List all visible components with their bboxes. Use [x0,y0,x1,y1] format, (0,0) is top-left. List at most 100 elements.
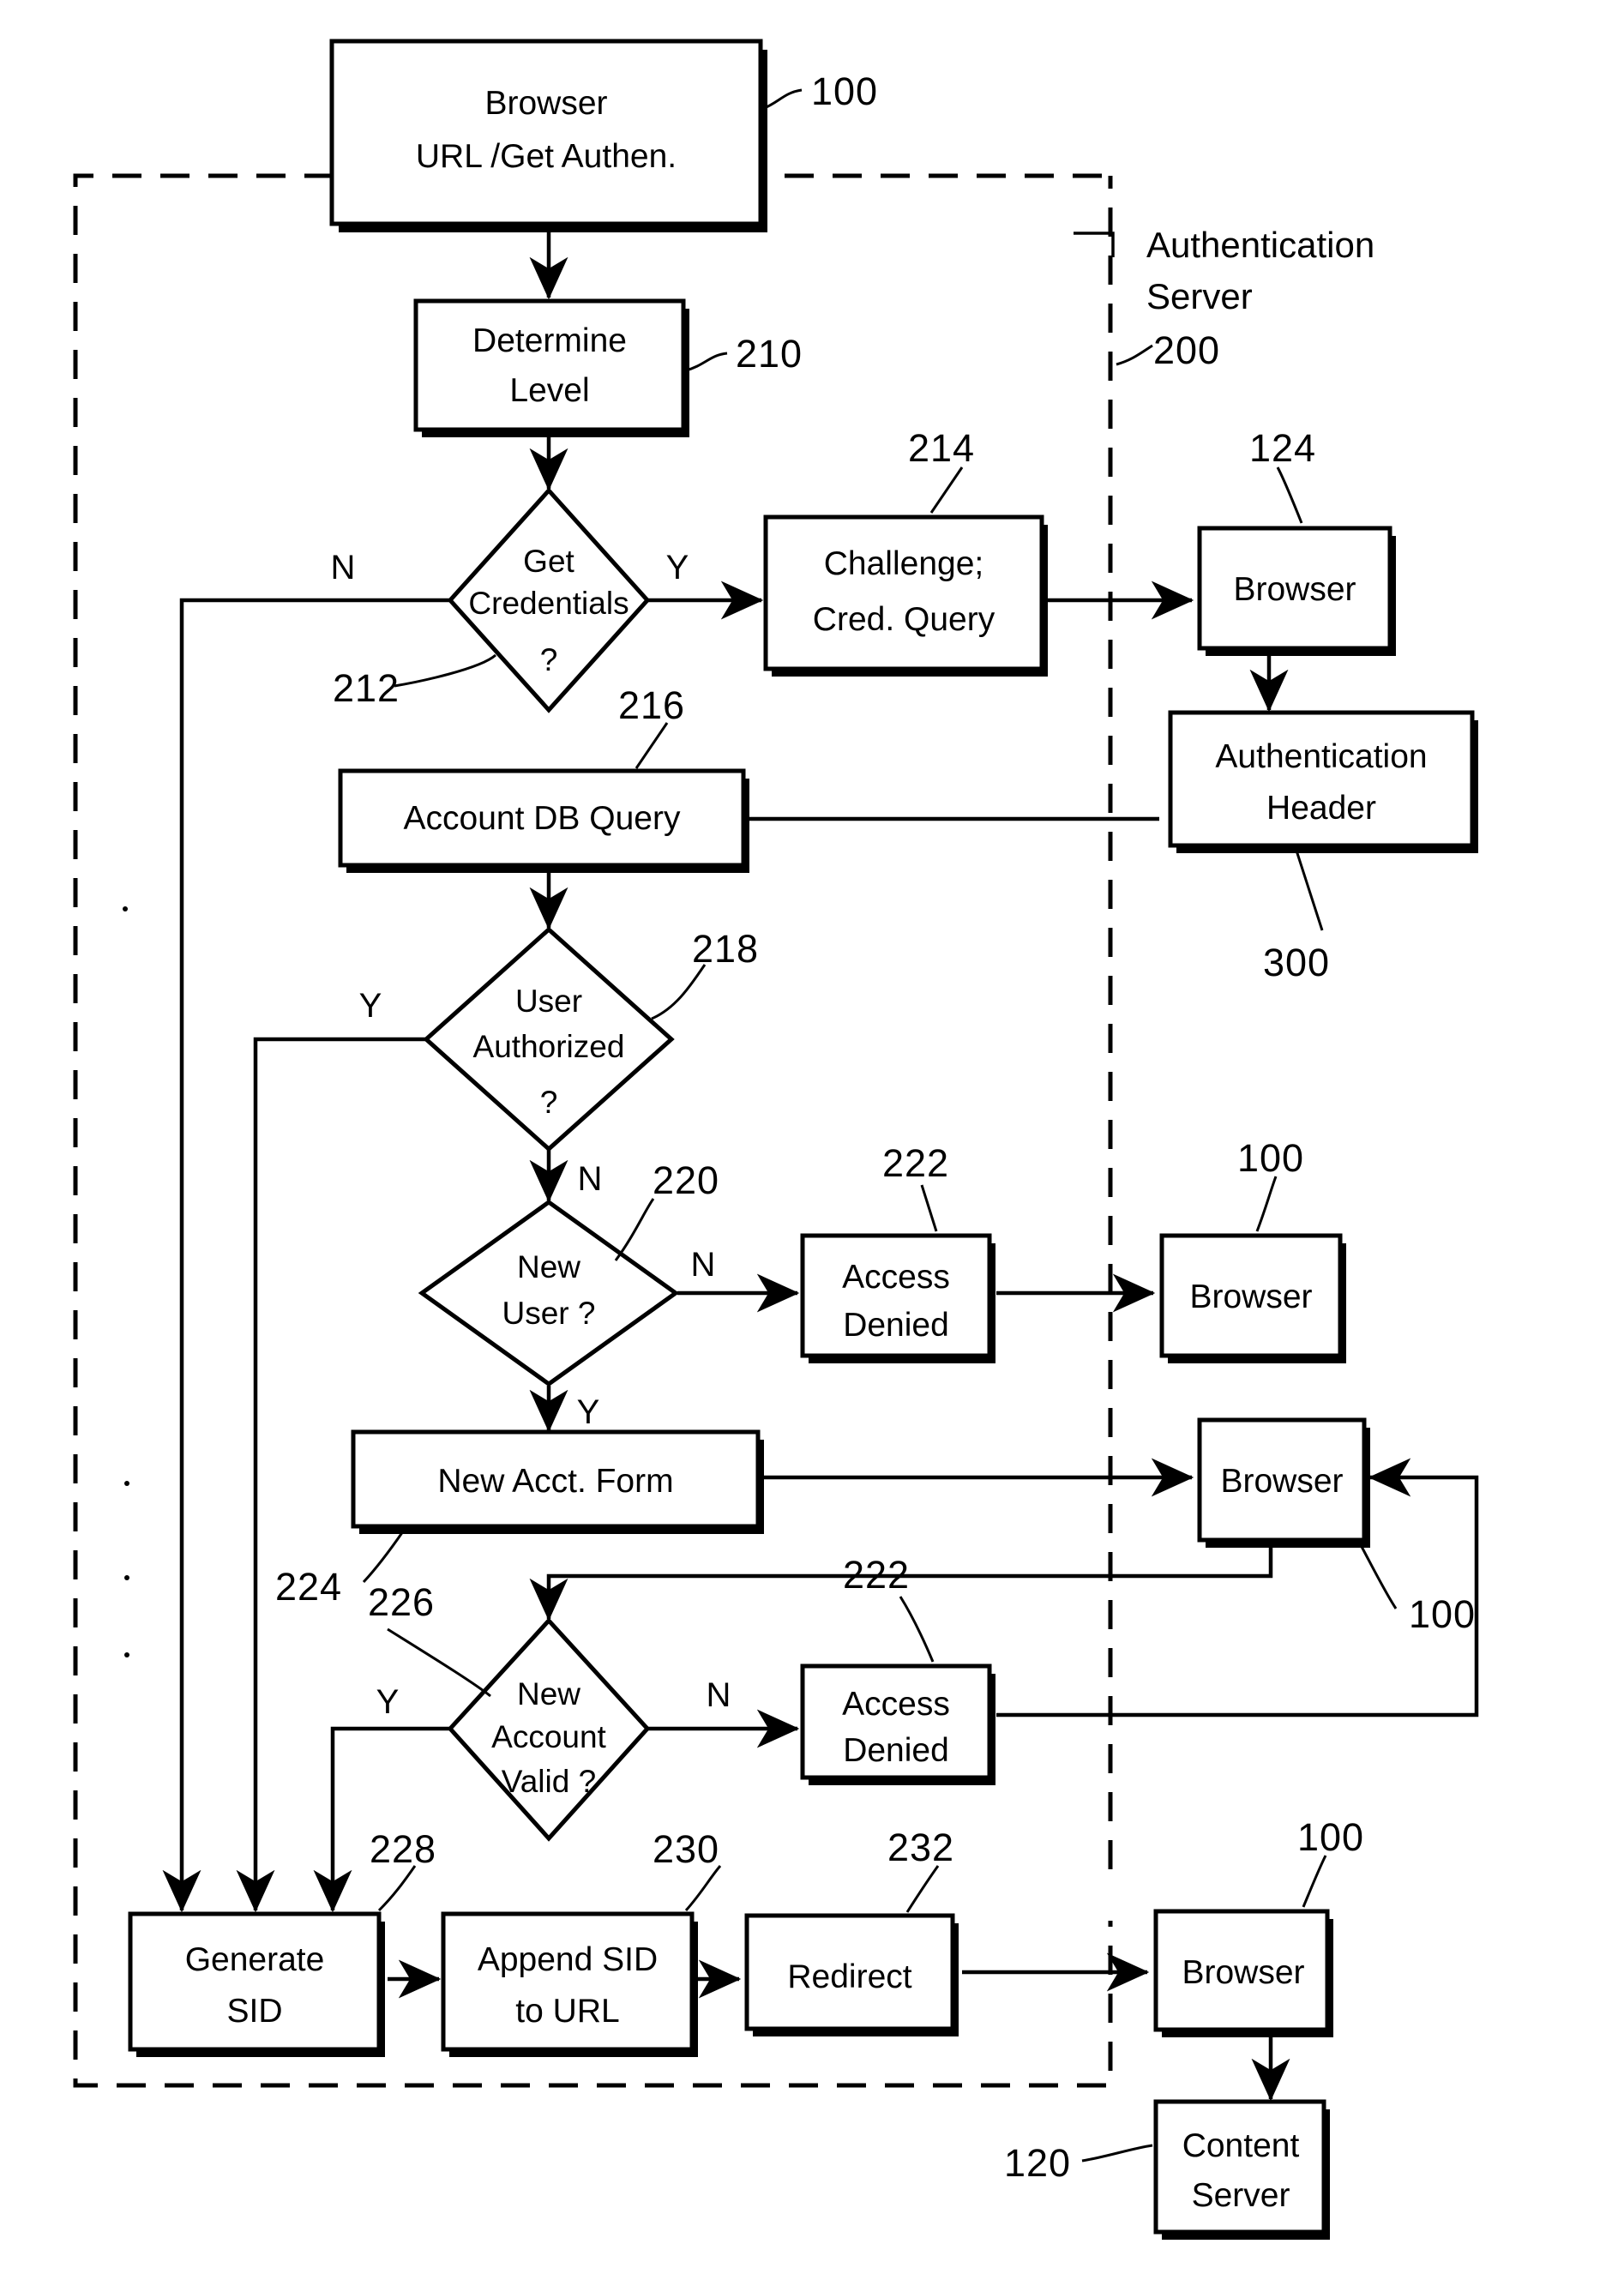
ref-leader-100-a [1255,1176,1278,1232]
node-browser-100-c-line1: Browser [1182,1954,1304,1991]
ref-leader-228 [377,1865,417,1912]
ref-number-220: 220 [653,1158,719,1202]
ref-leader-226 [387,1627,491,1698]
ref-leader-124 [1276,466,1303,524]
node-auth-header: Authentication Header [1168,710,1478,853]
scan-artifact-dot [124,1575,129,1580]
ref-leader-216 [635,722,669,769]
ref-leader-100-c [1302,1855,1327,1908]
node-new-user-line2: User ? [502,1296,596,1331]
node-new-user-line1: New [517,1249,580,1284]
node-new-acct-form-line1: New Acct. Form [437,1463,673,1500]
flowchart-canvas: Browser URL /Get Authen. 100 Determine L… [73,39,1479,2240]
ref-leader-100-b [1358,1543,1398,1609]
node-browser-100-b-line1: Browser [1220,1463,1343,1500]
node-determine-level: Determine Level [413,298,689,437]
node-new-account-valid-line1: New [517,1676,580,1711]
node-access-denied-1-line2: Denied [843,1307,949,1344]
node-determine-level-line1: Determine [472,322,627,359]
auth-server-label-line1: Authentication [1146,225,1374,265]
node-browser-100-c: Browser [1153,1909,1333,2037]
auth-server-label-ref: 200 [1153,328,1220,372]
ref-leader-232 [905,1865,940,1913]
patent-figure-page: Browser URL /Get Authen. 100 Determine L… [0,0,1624,2292]
ref-number-100-b: 100 [1409,1592,1476,1636]
node-new-account-valid-line2: Account [491,1719,606,1754]
node-append-sid-line1: Append SID [478,1941,658,1978]
node-user-authorized: User Authorized ? [423,926,675,1152]
node-account-db-query-line1: Account DB Query [404,800,681,837]
ref-number-124: 124 [1249,426,1316,470]
auth-server-group-label: Authentication Server 200 [1146,225,1374,372]
ref-leader-230 [684,1865,722,1912]
edge-label-new-user-yes: Y [577,1393,600,1431]
node-browser-124-line1: Browser [1233,571,1356,608]
node-user-authorized-line2: Authorized [473,1029,625,1064]
ref-leader-212 [394,653,496,688]
edge-label-get-credentials-no: N [331,549,356,587]
edge-label-user-authorized-no: N [578,1160,603,1198]
node-append-sid-line2: to URL [515,1993,619,2030]
node-content-server-line2: Server [1192,2177,1290,2214]
node-browser-100-b: Browser [1197,1417,1370,1548]
node-append-sid: Append SID to URL [441,1911,698,2057]
edge-new-account-valid-yes-to-generate-sid [313,1726,453,1913]
auth-server-label-line2: Server [1146,276,1253,316]
ref-number-226: 226 [368,1580,435,1624]
node-browser-100-a: Browser [1159,1233,1346,1363]
ref-number-222-a: 222 [882,1141,949,1185]
ref-leader-214 [929,466,964,514]
edge-label-new-user-no: N [691,1246,716,1284]
node-user-authorized-line1: User [515,984,582,1019]
ref-leader-218 [651,964,707,1020]
edge-label-new-account-valid-yes: Y [376,1683,400,1721]
node-get-credentials-line1: Get [523,544,574,579]
ref-number-300: 300 [1263,941,1330,984]
node-access-denied-2: Access Denied [800,1663,995,1785]
node-access-denied-2-line2: Denied [843,1732,949,1769]
ref-leader-220 [614,1198,655,1261]
edge-label-new-account-valid-no: N [707,1676,731,1714]
ref-number-214: 214 [908,426,975,470]
ref-number-230: 230 [653,1827,719,1871]
scan-artifact-dot [124,1652,129,1657]
node-generate-sid-line2: SID [226,1993,282,2030]
node-get-credentials: Get Credentials ? [447,487,651,713]
edge-label-user-authorized-yes: Y [359,987,382,1025]
ref-number-222-b: 222 [843,1553,910,1597]
ref-number-218: 218 [692,927,759,971]
ref-number-224: 224 [275,1565,342,1609]
scan-artifact-dot [123,906,128,911]
ref-leader-200 [1116,344,1153,366]
ref-leader-120 [1081,2144,1153,2163]
node-auth-header-line2: Header [1266,790,1376,827]
ref-leader-210 [685,352,728,372]
node-challenge-line1: Challenge; [824,545,983,582]
ref-number-210: 210 [736,332,803,376]
ref-number-120: 120 [1004,2141,1071,2185]
ref-leader-224 [362,1531,405,1584]
node-generate-sid: Generate SID [128,1911,385,2057]
ref-number-100-top: 100 [811,69,878,113]
node-content-server-line1: Content [1182,2127,1300,2164]
node-content-server: Content Server [1153,2099,1330,2240]
node-challenge-line2: Cred. Query [813,601,995,638]
node-browser-top-line1: Browser [484,85,607,122]
node-browser-top-line2: URL /Get Authen. [416,138,677,175]
node-account-db-query: Account DB Query [338,768,749,873]
ref-leader-222-a [920,1184,938,1232]
node-new-user: New User ? [418,1199,680,1387]
node-browser-124: Browser [1197,526,1396,656]
edge-label-get-credentials-yes: Y [666,549,689,587]
node-new-account-valid-line3: Valid ? [502,1764,596,1799]
node-browser-100-a-line1: Browser [1189,1278,1312,1315]
node-access-denied-1-line1: Access [842,1259,950,1296]
node-get-credentials-line3: ? [540,642,558,677]
ref-number-216: 216 [618,683,685,727]
ref-number-228: 228 [370,1827,436,1871]
ref-number-100-a: 100 [1237,1136,1304,1180]
auth-server-boundary-tick [1074,232,1115,257]
ref-leader-222-b [899,1596,935,1663]
node-redirect: Redirect [744,1913,959,2036]
node-user-authorized-line3: ? [540,1085,558,1120]
